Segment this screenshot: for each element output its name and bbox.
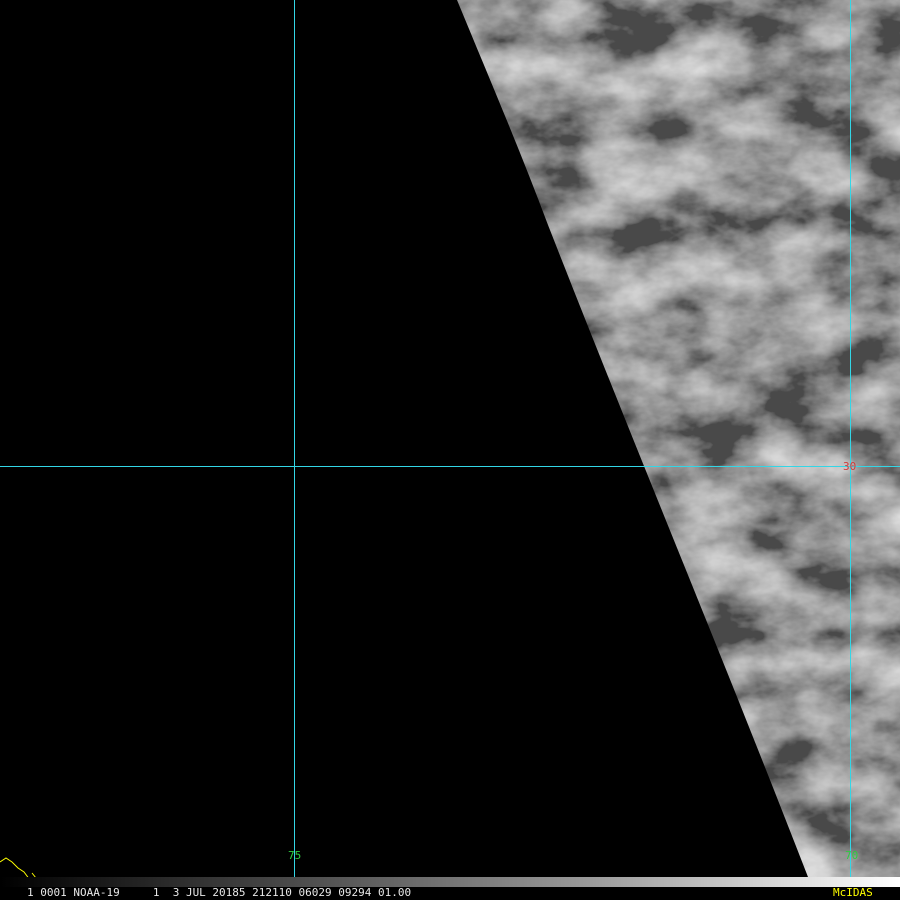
satellite-image-canvas	[0, 0, 900, 897]
image-info-text: 1 0001 NOAA-19 1 3 JUL 20185 212110 0602…	[27, 886, 412, 899]
longitude-label-75: 75	[288, 849, 302, 862]
longitude-label-70: 70	[845, 849, 859, 862]
satellite-image-viewer: 75 70 30 1 0001 NOAA-19 1 3 JUL 20185 21…	[0, 0, 900, 900]
satellite-swath	[457, 0, 900, 877]
mcidas-brand-label: McIDAS	[833, 886, 873, 899]
latitude-label-30: 30	[843, 460, 857, 473]
